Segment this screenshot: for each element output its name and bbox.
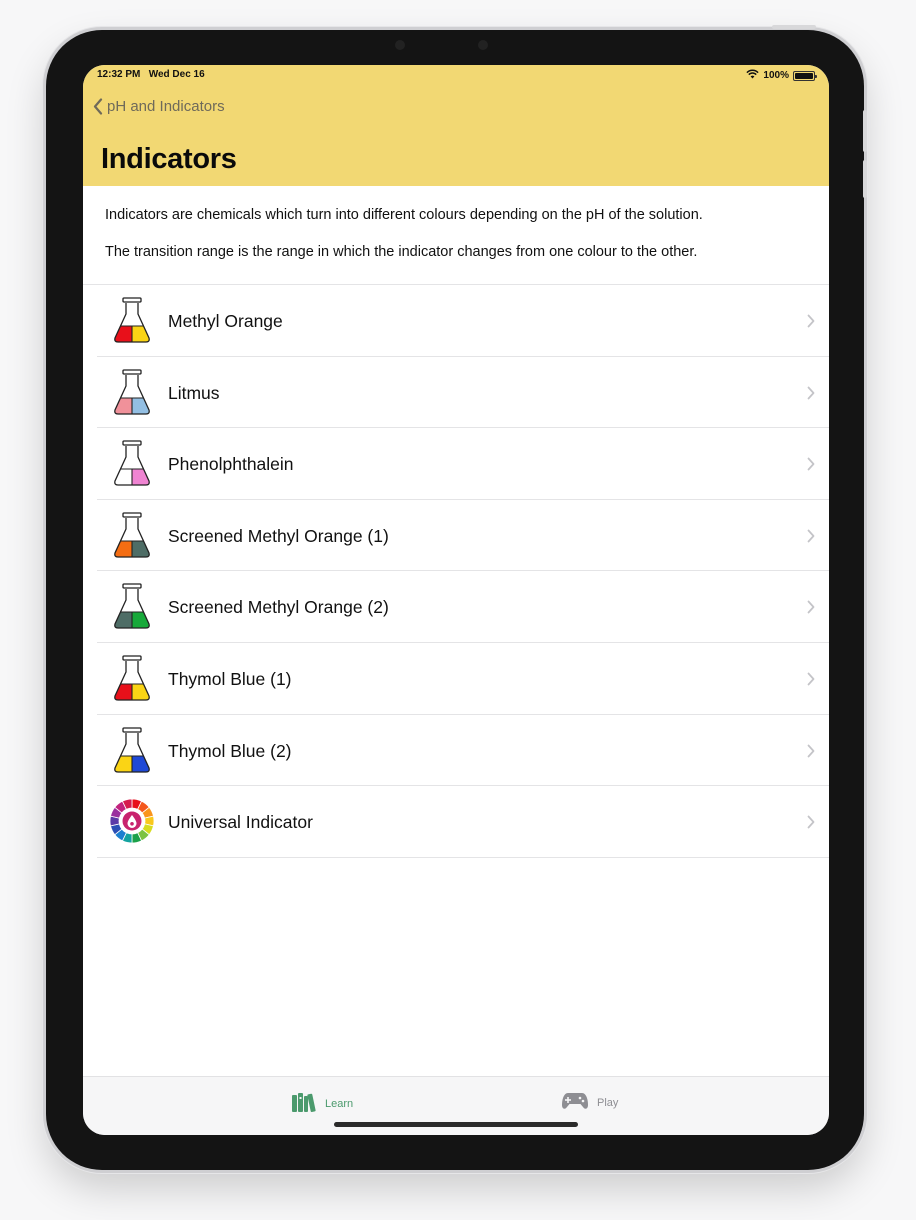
chevron-right-icon (807, 386, 815, 405)
status-time: 12:32 PM Wed Dec 16 (97, 69, 205, 80)
indicator-label: Screened Methyl Orange (2) (168, 597, 389, 618)
indicator-label: Methyl Orange (168, 311, 283, 331)
indicator-label: Universal Indicator (168, 812, 313, 833)
indicator-row[interactable]: Universal Indicator (83, 786, 829, 858)
flask-icon (109, 368, 155, 416)
intro-paragraph-1: Indicators are chemicals which turn into… (105, 207, 703, 223)
flask-icon (109, 582, 155, 630)
indicator-row[interactable]: Screened Methyl Orange (1) (83, 500, 829, 572)
time-text: 12:32 PM (97, 69, 141, 80)
gamepad-icon (561, 1091, 589, 1114)
status-right: 100% (746, 69, 817, 82)
chevron-right-icon (807, 672, 815, 691)
intro-paragraph-2: The transition range is the range in whi… (105, 244, 698, 260)
flask-icon (109, 511, 155, 559)
chevron-right-icon (807, 600, 815, 619)
chevron-right-icon (807, 314, 815, 333)
navigation-header: 12:32 PM Wed Dec 16 100% pH and Indicato… (83, 65, 829, 186)
indicator-label: Phenolphthalein (168, 454, 294, 475)
chevron-right-icon (807, 744, 815, 763)
indicator-label: Thymol Blue (2) (168, 740, 292, 761)
flask-icon (109, 439, 155, 487)
flask-icon (109, 726, 155, 774)
books-icon (291, 1091, 317, 1116)
indicator-label: Screened Methyl Orange (1) (168, 525, 389, 546)
indicator-list: Methyl Orange Litmus Phenolphthalein Screen… (83, 285, 829, 858)
page-title: Indicators (101, 143, 237, 175)
battery-icon (793, 70, 817, 81)
indicator-label: Thymol Blue (1) (168, 668, 292, 689)
back-label: pH and Indicators (107, 98, 225, 115)
top-button (772, 25, 816, 29)
indicator-row[interactable]: Thymol Blue (2) (83, 715, 829, 787)
intro-text: Indicators are chemicals which turn into… (105, 206, 815, 280)
indicator-label: Litmus (168, 382, 220, 403)
front-camera-icon (395, 40, 405, 50)
indicator-row[interactable]: Phenolphthalein (83, 428, 829, 500)
chevron-left-icon (93, 98, 103, 115)
back-button[interactable]: pH and Indicators (93, 98, 225, 115)
tab-learn-label: Learn (325, 1097, 354, 1110)
indicator-row[interactable]: Thymol Blue (1) (83, 643, 829, 715)
battery-percent: 100% (763, 70, 789, 81)
status-bar: 12:32 PM Wed Dec 16 100% (83, 65, 829, 87)
color-wheel-icon (109, 797, 155, 845)
volume-up-button (863, 110, 867, 152)
tab-play-label: Play (597, 1096, 619, 1109)
indicator-row[interactable]: Screened Methyl Orange (2) (83, 571, 829, 643)
chevron-right-icon (807, 529, 815, 548)
tab-learn[interactable]: Learn (291, 1091, 353, 1116)
flask-icon (109, 296, 155, 344)
flask-icon (109, 654, 155, 702)
sensor-dot (478, 40, 488, 50)
app-screen: 12:32 PM Wed Dec 16 100% pH and Indicato… (83, 65, 829, 1135)
volume-down-button (863, 160, 867, 198)
indicator-row[interactable]: Methyl Orange (83, 285, 829, 357)
chevron-right-icon (807, 457, 815, 476)
tab-play[interactable]: Play (561, 1091, 618, 1114)
home-indicator (334, 1122, 578, 1127)
date-text: Wed Dec 16 (148, 69, 205, 80)
wifi-icon (746, 69, 760, 82)
chevron-right-icon (807, 815, 815, 834)
indicator-row[interactable]: Litmus (83, 357, 829, 429)
